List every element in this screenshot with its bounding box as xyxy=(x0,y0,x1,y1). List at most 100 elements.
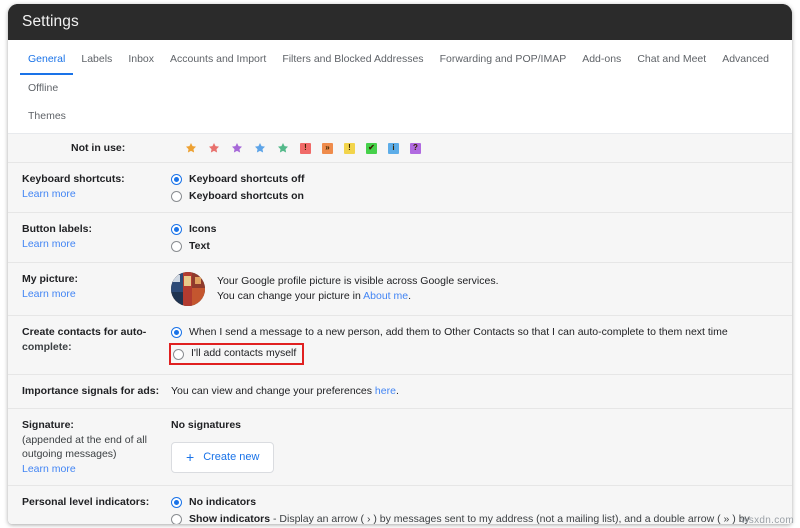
create-contacts-option-auto-text: When I send a message to a new person, a… xyxy=(189,326,728,338)
tab-accounts-and-import[interactable]: Accounts and Import xyxy=(162,46,274,75)
my-picture-learn-more-link[interactable]: Learn more xyxy=(22,287,171,301)
button-labels-option-text[interactable]: Text xyxy=(171,239,778,253)
my-picture-content: Your Google profile picture is visible a… xyxy=(171,272,792,306)
watermark: wsxdn.com xyxy=(741,515,794,526)
my-picture-line2-prefix: You can change your picture in xyxy=(217,290,364,302)
row-button-labels: Button labels: Learn more Icons Text xyxy=(8,213,792,263)
row-my-picture: My picture: Learn more Your Google profi… xyxy=(8,263,792,316)
tab-general[interactable]: General xyxy=(20,46,74,75)
radio-keyboard-shortcuts-on[interactable] xyxy=(171,191,182,202)
avatar[interactable] xyxy=(171,272,205,306)
settings-tab-row-primary: General Labels Inbox Accounts and Import Fil… xyxy=(20,46,780,104)
create-contacts-option-auto[interactable]: When I send a message to a new person, a… xyxy=(171,325,778,339)
keyboard-shortcuts-option-on[interactable]: Keyboard shortcuts on xyxy=(171,189,778,203)
create-contacts-label-line1: Create contacts for auto- xyxy=(22,326,147,338)
show-indicators-text: Show indicators xyxy=(189,513,271,524)
keyboard-shortcuts-learn-more-link[interactable]: Learn more xyxy=(22,187,171,201)
star-green-icon[interactable] xyxy=(277,142,289,154)
settings-tab-row-secondary: Themes xyxy=(20,104,780,133)
radio-no-indicators[interactable] xyxy=(171,497,182,508)
personal-level-option-none[interactable]: No indicators xyxy=(171,495,778,509)
settings-tabbar: General Labels Inbox Accounts and Import Fil… xyxy=(8,40,792,134)
importance-signals-prefix: You can view and change your preferences xyxy=(171,385,375,397)
star-icon-list: ! »! ✔ i? xyxy=(185,142,421,154)
keyboard-shortcuts-label-text: Keyboard shortcuts: xyxy=(22,173,125,185)
my-picture-line2-suffix: . xyxy=(408,290,412,302)
purple-question-badge-icon[interactable]: ? xyxy=(410,142,421,154)
importance-signals-label: Importance signals for ads: xyxy=(22,385,160,397)
importance-signals-text: You can view and change your preferences… xyxy=(171,384,792,399)
create-new-signature-button[interactable]: + Create new xyxy=(171,442,275,473)
radio-keyboard-shortcuts-off[interactable] xyxy=(171,174,182,185)
personal-level-option-show[interactable]: Show indicators - Display an arrow ( › )… xyxy=(171,512,778,524)
window-titlebar: Settings xyxy=(8,4,792,40)
button-labels-text-text: Text xyxy=(189,240,210,252)
importance-signals-suffix: . xyxy=(395,385,399,397)
star-red-icon[interactable] xyxy=(208,142,220,154)
row-personal-level-indicators: Personal level indicators: No indicators… xyxy=(8,486,792,524)
create-contacts-option-manual-highlight: I'll add contacts myself xyxy=(169,343,305,365)
keyboard-shortcuts-label: Keyboard shortcuts: Learn more xyxy=(8,172,171,201)
tab-add-ons[interactable]: Add-ons xyxy=(574,46,629,75)
my-picture-line2: You can change your picture in About me. xyxy=(217,289,499,304)
plus-icon: + xyxy=(186,449,195,465)
my-picture-description: Your Google profile picture is visible a… xyxy=(217,274,499,304)
keyboard-shortcuts-options: Keyboard shortcuts off Keyboard shortcut… xyxy=(171,172,792,203)
not-in-use-label: Not in use: xyxy=(71,142,126,154)
radio-create-contacts-auto[interactable] xyxy=(171,327,182,338)
button-labels-icons-text: Icons xyxy=(189,223,217,235)
about-me-link[interactable]: About me xyxy=(363,290,408,302)
stars-not-in-use-row: Not in use: ! »! ✔ i? xyxy=(8,134,792,163)
tab-filters-and-blocked-addresses[interactable]: Filters and Blocked Addresses xyxy=(274,46,431,75)
radio-button-labels-text[interactable] xyxy=(171,241,182,252)
screenshot-root: Settings General Labels Inbox Accounts and … xyxy=(0,0,800,528)
yellow-bang-badge-icon[interactable]: ! xyxy=(344,142,355,154)
blue-info-badge-icon[interactable]: i xyxy=(388,142,399,154)
radio-button-labels-icons[interactable] xyxy=(171,224,182,235)
no-indicators-text: No indicators xyxy=(189,496,257,508)
settings-sheet: General Labels Inbox Accounts and Import Fil… xyxy=(8,40,792,524)
star-purple-icon[interactable] xyxy=(231,142,243,154)
row-signature: Signature: (appended at the end of all o… xyxy=(8,409,792,486)
window-title: Settings xyxy=(22,13,79,30)
tab-advanced[interactable]: Advanced xyxy=(714,46,777,75)
keyboard-shortcuts-option-off[interactable]: Keyboard shortcuts off xyxy=(171,172,778,186)
radio-show-indicators[interactable] xyxy=(171,514,182,524)
tab-forwarding-and-pop-imap[interactable]: Forwarding and POP/IMAP xyxy=(432,46,575,75)
create-new-signature-label: Create new xyxy=(203,451,260,463)
tab-offline[interactable]: Offline xyxy=(20,75,66,104)
create-contacts-label: Create contacts for auto- complete: xyxy=(8,325,171,354)
green-check-badge-icon[interactable]: ✔ xyxy=(366,142,377,154)
my-picture-label-text: My picture: xyxy=(22,273,79,285)
signature-learn-more-link[interactable]: Learn more xyxy=(22,462,171,476)
create-contacts-label-line2: complete: xyxy=(22,341,72,353)
create-contacts-option-manual-text: I'll add contacts myself xyxy=(191,347,297,359)
red-bang-badge-icon[interactable]: ! xyxy=(300,142,311,154)
row-create-contacts: Create contacts for auto- complete: When… xyxy=(8,316,792,375)
star-blue-icon[interactable] xyxy=(254,142,266,154)
button-labels-label: Button labels: Learn more xyxy=(8,222,171,251)
button-labels-label-text: Button labels: xyxy=(22,223,92,235)
button-labels-learn-more-link[interactable]: Learn more xyxy=(22,237,171,251)
my-picture-line1: Your Google profile picture is visible a… xyxy=(217,275,499,287)
settings-body: Not in use: ! »! ✔ i? Keyboard shortcuts: L… xyxy=(8,134,792,524)
keyboard-shortcuts-on-text: Keyboard shortcuts on xyxy=(189,190,304,202)
orange-guillemet-badge-icon[interactable]: » xyxy=(322,142,333,154)
my-picture-label: My picture: Learn more xyxy=(8,272,171,301)
keyboard-shortcuts-off-text: Keyboard shortcuts off xyxy=(189,173,305,185)
tab-chat-and-meet[interactable]: Chat and Meet xyxy=(629,46,714,75)
tab-inbox[interactable]: Inbox xyxy=(120,46,162,75)
star-orange-icon[interactable] xyxy=(185,142,197,154)
tab-themes[interactable]: Themes xyxy=(20,104,74,133)
tab-labels[interactable]: Labels xyxy=(73,46,120,75)
personal-level-indicators-label: Personal level indicators: xyxy=(22,496,150,508)
importance-signals-here-link[interactable]: here xyxy=(375,385,396,397)
avatar-image-icon xyxy=(171,272,205,306)
radio-create-contacts-manual[interactable] xyxy=(173,349,184,360)
button-labels-option-icons[interactable]: Icons xyxy=(171,222,778,236)
settings-window: Settings General Labels Inbox Accounts and … xyxy=(8,4,792,524)
button-labels-options: Icons Text xyxy=(171,222,792,253)
personal-level-indicators-options: No indicators Show indicators - Display … xyxy=(171,495,792,524)
create-contacts-options: When I send a message to a new person, a… xyxy=(169,325,792,365)
row-keyboard-shortcuts: Keyboard shortcuts: Learn more Keyboard … xyxy=(8,163,792,213)
